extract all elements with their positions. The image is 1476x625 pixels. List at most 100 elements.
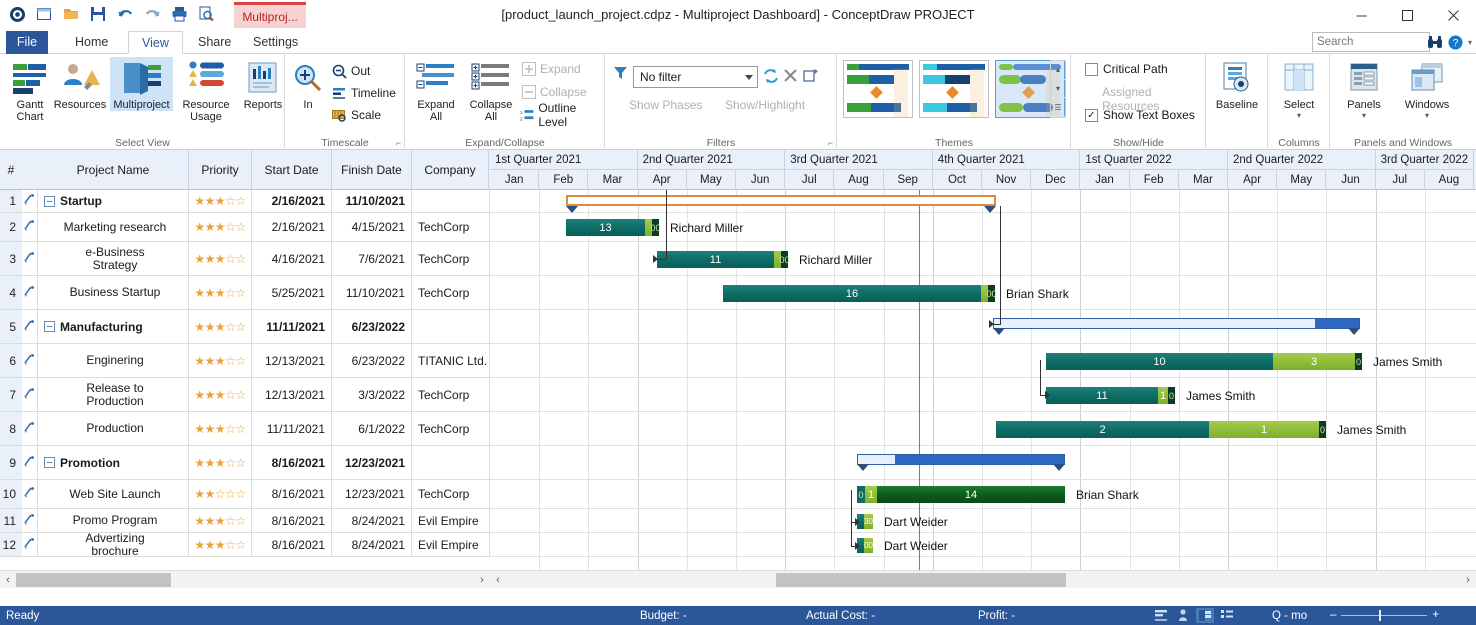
row-expander[interactable]: –: [44, 195, 55, 207]
row-icon-cell[interactable]: [22, 446, 38, 479]
row-icon-cell[interactable]: [22, 344, 38, 377]
priority-cell[interactable]: ★ ★ ☆ ☆ ☆: [189, 480, 252, 508]
project-name-cell[interactable]: – Startup: [38, 190, 189, 212]
row-icon-cell[interactable]: [22, 509, 38, 532]
finish-date-cell[interactable]: 12/23/2021: [332, 446, 412, 479]
start-date-cell[interactable]: 5/25/2021: [252, 276, 332, 309]
col-header-project-name[interactable]: Project Name: [38, 150, 189, 190]
project-name-cell[interactable]: e-Business Strategy: [38, 242, 189, 275]
priority-stars[interactable]: ★ ★ ★ ☆ ☆: [194, 194, 246, 208]
row-icon-cell[interactable]: [22, 480, 38, 508]
finish-date-cell[interactable]: 8/24/2021: [332, 533, 412, 556]
edit-filter-icon[interactable]: [803, 68, 819, 87]
theme-tile-2[interactable]: [919, 60, 989, 118]
resources-button[interactable]: Resources: [52, 57, 108, 111]
priority-cell[interactable]: ★ ★ ★ ☆ ☆: [189, 213, 252, 241]
critical-path-checkbox[interactable]: Critical Path: [1085, 62, 1168, 76]
company-cell[interactable]: TechCorp: [412, 213, 490, 241]
minimize-button[interactable]: [1338, 0, 1384, 31]
chart-scroll-left-arrow[interactable]: ‹: [490, 574, 506, 586]
tab-view[interactable]: View: [128, 31, 183, 54]
timescale-status-icon[interactable]: [1152, 608, 1170, 623]
priority-cell[interactable]: ★ ★ ★ ☆ ☆: [189, 276, 252, 309]
maximize-button[interactable]: [1384, 0, 1430, 31]
refresh-filter-icon[interactable]: [763, 68, 779, 87]
tab-home[interactable]: Home: [62, 31, 121, 54]
priority-cell[interactable]: ★ ★ ★ ☆ ☆: [189, 242, 252, 275]
start-date-cell[interactable]: 11/11/2021: [252, 310, 332, 343]
chart-scroll-track[interactable]: [506, 572, 1460, 587]
chart-horizontal-scrollbar[interactable]: ‹ ›: [490, 570, 1476, 588]
themes-scroll[interactable]: ▴ ▾ ☰: [1050, 60, 1066, 118]
finish-date-cell[interactable]: 6/23/2022: [332, 310, 412, 343]
filters-dialog-launcher[interactable]: ⌐: [828, 138, 833, 148]
priority-cell[interactable]: ★ ★ ★ ☆ ☆: [189, 190, 252, 212]
company-cell[interactable]: TechCorp: [412, 480, 490, 508]
row-number-cell[interactable]: 10: [0, 480, 22, 508]
priority-stars[interactable]: ★ ★ ★ ☆ ☆: [194, 220, 246, 234]
col-header-company[interactable]: Company: [412, 150, 489, 190]
start-date-cell[interactable]: 2/16/2021: [252, 213, 332, 241]
row-number-cell[interactable]: 12: [0, 533, 22, 556]
project-name-cell[interactable]: Release to Production: [38, 378, 189, 411]
company-cell[interactable]: TechCorp: [412, 276, 490, 309]
chevron-down-icon[interactable]: ▾: [1334, 111, 1394, 120]
themes-scroll-up[interactable]: ▴: [1051, 61, 1065, 80]
row-expander[interactable]: –: [44, 457, 55, 468]
summary-bar[interactable]: [857, 454, 1065, 471]
start-date-cell[interactable]: 2/16/2021: [252, 190, 332, 212]
outline-level-button[interactable]: 12 Outline Level: [517, 101, 604, 129]
project-name-cell[interactable]: Production: [38, 412, 189, 445]
finish-date-cell[interactable]: 6/1/2022: [332, 412, 412, 445]
row-number-cell[interactable]: 11: [0, 509, 22, 532]
start-date-cell[interactable]: 4/16/2021: [252, 242, 332, 275]
row-icon-cell[interactable]: [22, 242, 38, 275]
show-text-boxes-checkbox[interactable]: ✓ Show Text Boxes: [1085, 108, 1195, 122]
row-icon-cell[interactable]: [22, 378, 38, 411]
zoom-out-button[interactable]: Out: [329, 60, 373, 82]
company-cell[interactable]: [412, 310, 490, 343]
row-icon-cell[interactable]: [22, 190, 38, 212]
gantt-chart-area[interactable]: 13 00 Richard Miller 11 00 Richard Miller 16 00…: [490, 190, 1476, 570]
priority-stars[interactable]: ★ ★ ★ ☆ ☆: [194, 456, 246, 470]
task-bar[interactable]: 11 1 0: [1046, 387, 1175, 404]
baseline-button[interactable]: Baseline: [1209, 57, 1265, 111]
priority-cell[interactable]: ★ ★ ★ ☆ ☆: [189, 310, 252, 343]
themes-scroll-down[interactable]: ▾: [1051, 80, 1065, 99]
col-header-priority[interactable]: Priority: [189, 150, 252, 190]
scroll-thumb[interactable]: [16, 572, 171, 587]
scroll-left-arrow[interactable]: ‹: [0, 574, 16, 586]
panels-button[interactable]: Panels ▾: [1334, 57, 1394, 120]
start-date-cell[interactable]: 11/11/2021: [252, 412, 332, 445]
task-bar[interactable]: 10 3 0: [1046, 353, 1362, 370]
task-bar[interactable]: 0 1 14: [857, 486, 1065, 503]
clear-filter-icon[interactable]: [783, 68, 798, 86]
project-name-cell[interactable]: – Promotion: [38, 446, 189, 479]
task-bar[interactable]: 11 00: [657, 251, 790, 268]
help-icon[interactable]: ?: [1447, 33, 1465, 51]
resource-usage-button[interactable]: Resource Usage: [176, 57, 236, 123]
chevron-down-icon[interactable]: ▾: [1394, 111, 1460, 120]
timeline-button[interactable]: Timeline: [329, 82, 399, 104]
priority-stars[interactable]: ★ ★ ★ ☆ ☆: [194, 286, 246, 300]
timescale-dialog-launcher[interactable]: ⌐: [396, 138, 401, 148]
search-input[interactable]: Search: [1312, 32, 1430, 52]
gantt-chart-button[interactable]: Gantt Chart: [2, 57, 58, 123]
zoom-handle[interactable]: [1379, 609, 1382, 621]
row-number-cell[interactable]: 7: [0, 378, 22, 411]
col-header-start-date[interactable]: Start Date: [252, 150, 332, 190]
chevron-down-icon[interactable]: ▾: [1271, 111, 1327, 120]
project-name-cell[interactable]: Business Startup: [38, 276, 189, 309]
priority-stars[interactable]: ★ ★ ★ ☆ ☆: [194, 354, 246, 368]
windows-button[interactable]: Windows ▾: [1394, 57, 1460, 120]
start-date-cell[interactable]: 12/13/2021: [252, 344, 332, 377]
project-name-cell[interactable]: Marketing research: [38, 213, 189, 241]
company-cell[interactable]: Evil Empire: [412, 509, 490, 532]
list-status-icon[interactable]: [1218, 608, 1236, 623]
finish-date-cell[interactable]: 8/24/2021: [332, 509, 412, 532]
priority-stars[interactable]: ★ ★ ☆ ☆ ☆: [194, 487, 246, 501]
expand-all-button[interactable]: Expand All: [408, 57, 464, 123]
company-cell[interactable]: TITANIC Ltd.: [412, 344, 490, 377]
project-name-cell[interactable]: Enginering: [38, 344, 189, 377]
row-number-cell[interactable]: 1: [0, 190, 22, 212]
